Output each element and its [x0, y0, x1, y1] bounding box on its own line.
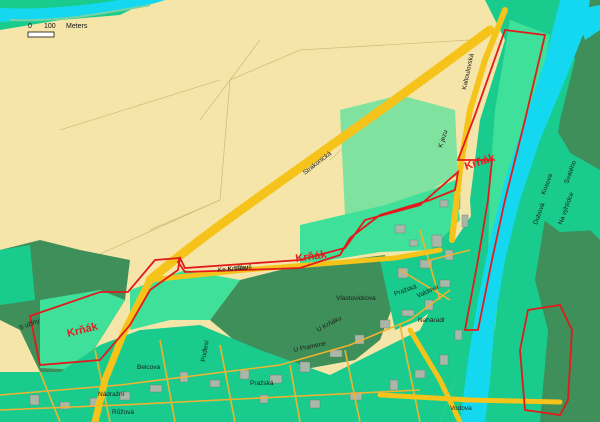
street-vodova: Vodova: [450, 405, 472, 412]
street-naharadi: Naháradí: [418, 317, 445, 324]
street-prazska-south: Pražská: [250, 380, 274, 387]
street-nadrazni: Nádražní: [98, 391, 125, 398]
street-ruzova: Růžová: [112, 408, 134, 416]
street-vlastovickova: Vlastovickova: [336, 295, 376, 302]
map-canvas[interactable]: 0 100 Meters Krňák Krňák Krňák Strakonic…: [0, 0, 600, 422]
scale-unit: Meters: [66, 23, 88, 30]
street-belcova: Belcova: [137, 364, 161, 371]
map-svg: 0 100 Meters Krňák Krňák Krňák Strakonic…: [0, 0, 600, 422]
scale-length: 100: [44, 23, 56, 30]
scale-zero: 0: [28, 23, 32, 30]
